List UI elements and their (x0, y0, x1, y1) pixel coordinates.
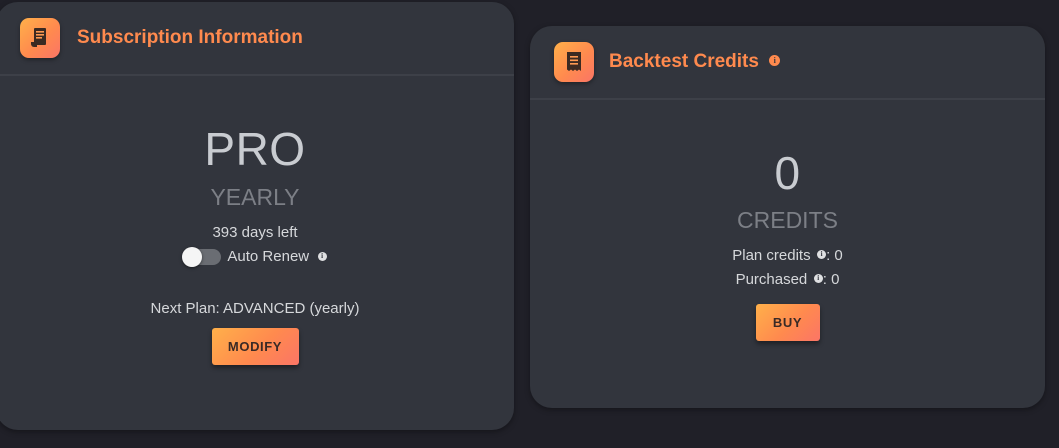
credits-label-row: CREDITS (530, 207, 1045, 234)
purchased-label: Purchased (735, 271, 808, 288)
auto-renew-toggle[interactable] (182, 246, 222, 267)
plan-period-row: YEARLY (0, 184, 514, 211)
buy-button[interactable]: BUY (755, 304, 820, 341)
plan-credits-label: Plan credits (732, 247, 811, 264)
days-left-row: 393 days left (0, 224, 514, 242)
backtest-info-icon[interactable]: i (769, 54, 781, 66)
plan-name: PRO (0, 122, 514, 176)
modify-row: MODIFY (0, 328, 514, 365)
subscription-card-header: Subscription Information (0, 2, 514, 76)
auto-renew-row: Auto Renew i (0, 246, 514, 267)
plan-credits-row: Plan credits i: 0 (530, 247, 1045, 265)
buy-row: BUY (530, 304, 1045, 341)
credits-value-row: 0 (530, 146, 1045, 200)
purchased-info-icon[interactable]: i (813, 273, 823, 283)
backtest-card-header: Backtest Credits i (530, 26, 1045, 100)
backtest-credits-card: Backtest Credits i 0 CREDITS Plan credit… (530, 26, 1045, 408)
toggle-knob (182, 246, 203, 267)
backtest-title: Backtest Credits (609, 51, 759, 72)
plan-credits-info-icon[interactable]: i (817, 249, 827, 259)
subscription-card: Subscription Information PRO YEARLY 393 … (0, 2, 514, 430)
plan-value: PRO (204, 123, 306, 175)
credits-value: 0 (774, 147, 801, 199)
backtest-title-row: Backtest Credits i (609, 51, 781, 73)
plan-credits-value: : 0 (826, 247, 843, 264)
subscription-title: Subscription Information (77, 27, 303, 48)
plan-period: YEARLY (210, 184, 300, 210)
modify-button[interactable]: MODIFY (211, 328, 299, 365)
days-left: 393 days left (212, 224, 298, 241)
purchased-value: : 0 (822, 271, 840, 288)
next-plan: Next Plan: ADVANCED (yearly) (150, 300, 360, 317)
auto-renew-label: Auto Renew (227, 248, 310, 265)
credits-label: CREDITS (737, 207, 838, 233)
document-icon (554, 42, 594, 82)
purchased-row: Purchased i: 0 (530, 271, 1045, 289)
auto-renew-info-icon[interactable]: i (317, 252, 327, 262)
next-plan-row: Next Plan: ADVANCED (yearly) (0, 300, 514, 318)
receipt-icon (20, 18, 60, 58)
